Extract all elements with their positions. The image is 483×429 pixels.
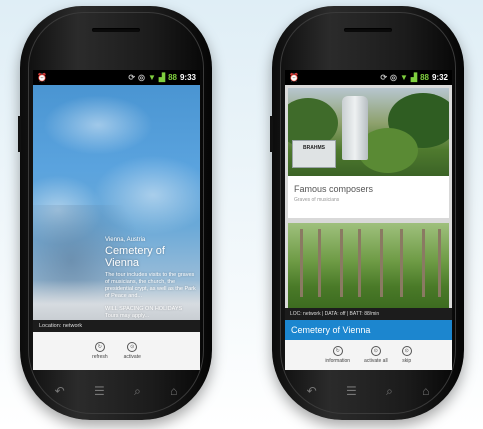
sync-icon: ⟳ — [380, 73, 388, 82]
place-description: The tour includes visits to the graves o… — [105, 272, 196, 299]
status-time: 9:33 — [179, 73, 196, 82]
search-icon[interactable]: ⌕ — [134, 384, 141, 399]
home-icon[interactable]: ⌂ — [422, 384, 429, 398]
home-icon[interactable]: ⌂ — [170, 384, 177, 398]
activate-button[interactable]: ⊙ activate — [124, 342, 141, 360]
wifi-icon: ▼ — [400, 73, 408, 82]
signal-icon: ▟ — [410, 73, 418, 82]
gps-icon: ◎ — [138, 73, 145, 82]
refresh-icon: ↻ — [94, 342, 105, 352]
earpiece-speaker — [92, 28, 140, 32]
hero-image[interactable]: Vienna, Austria Cemetery of Vienna The t… — [33, 85, 200, 320]
place-title: Cemetery of Vienna — [105, 245, 165, 269]
gps-icon: ◎ — [390, 73, 397, 82]
holiday-note-extra: Tours may apply... — [105, 313, 150, 319]
refresh-label: refresh — [92, 354, 108, 360]
search-icon[interactable]: ⌕ — [386, 384, 393, 399]
signal-icon: ▟ — [158, 73, 166, 82]
skip-icon: ⊙ — [401, 346, 412, 356]
sync-icon: ⟳ — [128, 73, 136, 82]
tour-title-bar[interactable]: Cemetery of Vienna — [285, 320, 452, 340]
battery-level: 88 — [420, 73, 429, 82]
menu-icon[interactable]: ☰ — [94, 384, 105, 398]
phone-right: ⏰ ⟳ ◎ ▼ ▟ 88 9:32 BRAHMS Famous composer… — [270, 6, 464, 420]
phone-right-screen: ⏰ ⟳ ◎ ▼ ▟ 88 9:32 BRAHMS Famous composer… — [285, 70, 452, 370]
activate-all-icon: ⊙ — [370, 346, 381, 356]
soft-keys: ↶ ☰ ⌕ ⌂ — [292, 380, 444, 402]
information-label: information — [325, 358, 351, 364]
information-button[interactable]: ↻ information — [325, 346, 350, 364]
card-subtitle: Graves of musicians — [294, 197, 340, 203]
monument-statue — [342, 96, 368, 160]
phone-left-screen: ⏰ ⟳ ◎ ▼ ▟ 88 9:33 Vienna, Austria Cemete… — [33, 70, 200, 370]
phone-left: ⏰ ⟳ ◎ ▼ ▟ 88 9:33 Vienna, Austria Cemete… — [18, 6, 212, 420]
action-bar: ↻ refresh ⊙ activate — [33, 332, 200, 370]
activate-label: activate — [123, 354, 141, 360]
action-bar: ↻ information ⊙ activate all ⊙ skip — [285, 340, 452, 370]
card-list: BRAHMS Famous composers Graves of musici… — [285, 85, 452, 308]
composers-photo: BRAHMS — [288, 88, 449, 176]
holiday-note: WILL SPACING ON HOLIDAYS — [105, 306, 183, 312]
back-icon[interactable]: ↶ — [55, 384, 65, 398]
skip-label: skip — [402, 358, 412, 364]
card-title: Famous composers — [294, 184, 374, 194]
information-icon: ↻ — [332, 346, 343, 356]
battery-level: 88 — [168, 73, 177, 82]
wifi-icon: ▼ — [148, 73, 156, 82]
menu-icon[interactable]: ☰ — [346, 384, 357, 398]
back-icon[interactable]: ↶ — [307, 384, 317, 398]
location-subtitle: Vienna, Austria — [105, 237, 146, 243]
card-forest[interactable] — [288, 223, 449, 308]
earpiece-speaker — [344, 28, 392, 32]
activate-icon: ⊙ — [127, 342, 138, 352]
activate-all-label: activate all — [364, 358, 388, 364]
status-time: 9:32 — [431, 73, 448, 82]
location-bar: Location: network — [33, 320, 200, 332]
alarm-clock-icon: ⏰ — [37, 73, 47, 82]
grave-plaque: BRAHMS — [292, 140, 336, 168]
status-bar: ⏰ ⟳ ◎ ▼ ▟ 88 9:32 — [285, 70, 452, 85]
volume-button — [270, 116, 273, 152]
trees-photo — [288, 223, 449, 308]
card-famous-composers[interactable]: BRAHMS Famous composers Graves of musici… — [288, 88, 449, 218]
status-bar: ⏰ ⟳ ◎ ▼ ▟ 88 9:33 — [33, 70, 200, 85]
source-bar: LOC: network | DATA: off | BATT: 88/min — [285, 308, 452, 320]
refresh-button[interactable]: ↻ refresh — [92, 342, 108, 360]
alarm-clock-icon: ⏰ — [289, 73, 299, 82]
skip-button[interactable]: ⊙ skip — [401, 346, 412, 364]
hero-text: Vienna, Austria Cemetery of Vienna The t… — [105, 237, 196, 320]
volume-button — [18, 116, 21, 152]
soft-keys: ↶ ☰ ⌕ ⌂ — [40, 380, 192, 402]
activate-all-button[interactable]: ⊙ activate all — [364, 346, 388, 364]
